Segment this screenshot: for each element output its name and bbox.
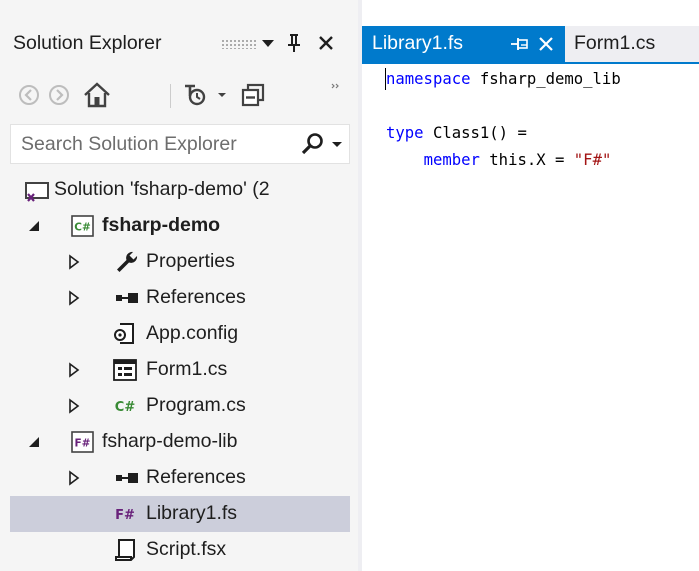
svg-text:C#: C# — [115, 400, 136, 415]
visual-studio-window: Solution Explorer Search Solution Explor… — [0, 0, 699, 571]
csharp-project-icon: C# — [70, 213, 96, 239]
close-button[interactable] — [314, 28, 338, 58]
tree-item-form1-cs[interactable]: Form1.cs — [10, 352, 350, 388]
search-box — [10, 124, 350, 164]
tab-library1-fs[interactable]: Library1.fs — [362, 26, 565, 62]
home-icon — [84, 82, 110, 108]
back-button[interactable] — [16, 78, 42, 112]
pending-changes-filter-button[interactable] — [180, 78, 210, 112]
code-line-4: member this.X = "F#" — [386, 148, 612, 172]
code-editor[interactable]: namespace fsharp_demo_lib type Class1() … — [362, 64, 699, 571]
tree-item-properties[interactable]: Properties — [10, 244, 350, 280]
tree-item-script-fsx[interactable]: Script.fsx — [10, 532, 350, 568]
chevron-down-icon — [332, 142, 342, 147]
tree-item-label: References — [146, 286, 246, 308]
back-arrow-icon — [19, 85, 39, 105]
tree-item-label: Library1.fs — [146, 502, 238, 524]
code-text: this.X = — [479, 151, 574, 169]
pinned-tab-icon — [511, 38, 528, 50]
tree-item-label: fsharp-demo — [102, 214, 221, 236]
collapse-all-button[interactable] — [238, 78, 268, 112]
tab-pin-button[interactable] — [510, 35, 532, 53]
wrench-icon — [114, 249, 140, 275]
config-file-icon — [112, 321, 138, 347]
tree-item-label: Properties — [146, 250, 235, 272]
code-line-1: namespace fsharp_demo_lib — [386, 67, 621, 91]
code-keyword: namespace — [386, 70, 471, 88]
close-icon — [319, 36, 333, 50]
code-line-3: type Class1() = — [386, 121, 527, 145]
code-string: "F#" — [573, 151, 612, 169]
references-icon — [114, 285, 140, 311]
code-keyword: type — [386, 124, 424, 142]
solution-explorer-pane: Solution Explorer Search Solution Explor… — [0, 0, 358, 571]
search-button[interactable] — [298, 132, 328, 156]
window-position-dropdown[interactable] — [256, 28, 280, 58]
expanded-arrow-icon[interactable] — [26, 433, 42, 451]
solution-explorer-toolbar — [0, 70, 358, 122]
chevron-down-icon — [262, 40, 274, 47]
tree-item-label: App.config — [146, 322, 239, 344]
toolbar-overflow-button[interactable] — [328, 70, 344, 104]
pin-icon — [288, 34, 300, 52]
collapsed-arrow-icon[interactable] — [66, 289, 82, 307]
tree-item-solution[interactable]: Solution 'fsharp-demo' (2 — [10, 172, 350, 208]
tree-item-label: References — [146, 466, 246, 488]
solution-icon — [24, 177, 50, 203]
svg-text:F#: F# — [115, 508, 135, 523]
search-options-dropdown[interactable] — [329, 134, 345, 154]
overflow-icon — [331, 83, 339, 89]
solution-tree: Solution 'fsharp-demo' (2 C# fsharp-demo — [0, 172, 358, 571]
collapse-all-icon — [241, 83, 265, 107]
tree-item-references[interactable]: References — [10, 280, 350, 316]
code-keyword: member — [423, 151, 480, 169]
collapsed-arrow-icon[interactable] — [66, 253, 82, 271]
document-tab-strip: Library1.fs Form1.cs — [362, 26, 699, 62]
tree-item-label: Program.cs — [146, 394, 246, 416]
tab-close-button[interactable] — [536, 34, 556, 54]
drag-grip[interactable] — [221, 39, 257, 49]
fsharp-file-icon: F# — [112, 501, 138, 527]
code-text: fsharp_demo_lib — [470, 70, 621, 88]
solution-explorer-titlebar: Solution Explorer — [0, 22, 358, 68]
tree-item-label: Script.fsx — [146, 538, 227, 560]
tree-item-app-config[interactable]: App.config — [10, 316, 350, 352]
tree-item-fsharp-demo-lib-project[interactable]: F# fsharp-demo-lib — [10, 424, 350, 460]
search-icon — [301, 133, 323, 155]
tree-item-label: Form1.cs — [146, 358, 228, 380]
search-input[interactable] — [21, 125, 291, 163]
svg-text:F#: F# — [75, 438, 91, 450]
tree-item-label: fsharp-demo-lib — [102, 430, 238, 452]
pin-button[interactable] — [282, 28, 306, 58]
tree-item-program-cs[interactable]: C# Program.cs — [10, 388, 350, 424]
solution-explorer-title: Solution Explorer — [13, 32, 162, 54]
tree-item-library1-fs[interactable]: F# Library1.fs — [10, 496, 350, 532]
svg-text:C#: C# — [74, 222, 91, 234]
script-file-icon — [112, 537, 138, 563]
toolbar-separator — [170, 84, 171, 108]
references-icon — [114, 465, 140, 491]
close-icon — [539, 37, 553, 51]
form-icon — [112, 357, 138, 383]
tree-item-references[interactable]: References — [10, 460, 350, 496]
csharp-file-icon: C# — [112, 393, 138, 419]
code-text: Class1() = — [423, 124, 527, 142]
tree-item-label: Solution 'fsharp-demo' (2 — [54, 178, 270, 200]
forward-arrow-icon — [49, 85, 69, 105]
pending-changes-dropdown[interactable] — [214, 78, 230, 112]
collapsed-arrow-icon[interactable] — [66, 469, 82, 487]
tab-label: Form1.cs — [574, 32, 656, 54]
tab-label: Library1.fs — [372, 32, 464, 54]
tab-form1-cs[interactable]: Form1.cs — [565, 26, 699, 62]
expanded-arrow-icon[interactable] — [26, 217, 42, 235]
dropdown-arrow-icon — [218, 93, 226, 97]
pending-changes-icon — [185, 84, 206, 106]
collapsed-arrow-icon[interactable] — [66, 361, 82, 379]
collapsed-arrow-icon[interactable] — [66, 397, 82, 415]
tree-item-fsharp-demo-project[interactable]: C# fsharp-demo — [10, 208, 350, 244]
fsharp-project-icon: F# — [70, 429, 96, 455]
home-button[interactable] — [80, 78, 114, 112]
forward-button[interactable] — [46, 78, 72, 112]
